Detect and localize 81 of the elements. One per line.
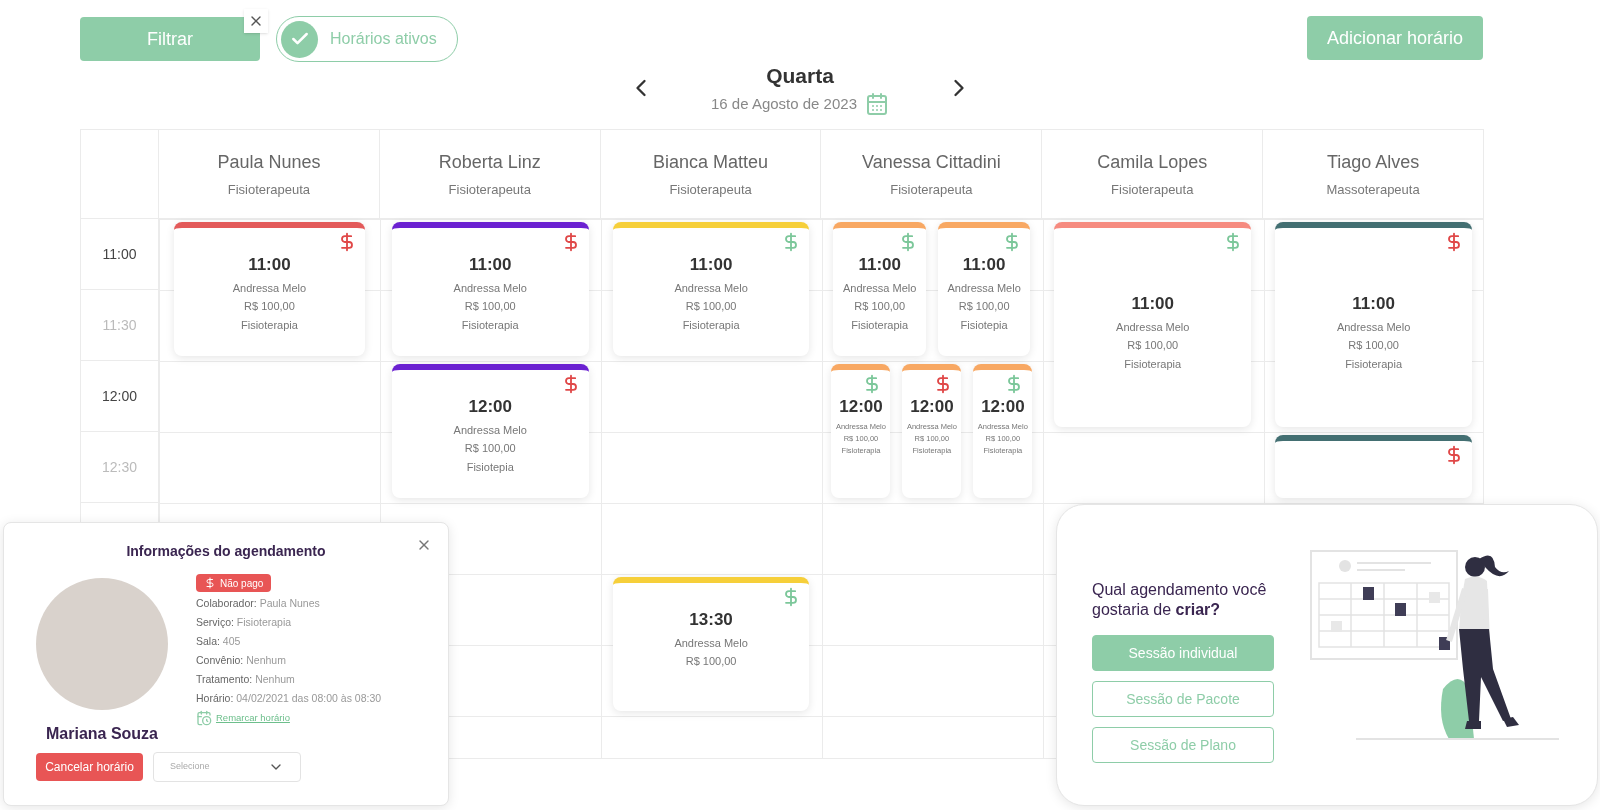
appointment-time: 11:00: [962, 254, 1006, 276]
service-name: Fisioterapia: [1124, 356, 1182, 372]
service-name: Fisioterapia: [851, 317, 909, 333]
detail-text: Serviço: Fisioterapia: [196, 615, 293, 630]
professional-role: Fisioterapeuta: [227, 180, 311, 199]
appointment-price: R$ 100,00: [958, 299, 1010, 314]
professional-role: Fisioterapeuta: [669, 180, 752, 199]
professional-name: Paula Nunes: [217, 150, 321, 174]
question-text: Qual agendamento você gostaria de criar?: [1092, 580, 1268, 620]
appointment-card[interactable]: 11:00 Andressa Melo R$ 100,00 Fisioterapia: [833, 222, 926, 356]
appointment-time: 11:00: [1131, 293, 1174, 315]
appointment-time: 11:00: [689, 254, 733, 276]
appointment-time: 12:00: [981, 396, 1025, 418]
professional-role: Fisioterapeuta: [1111, 180, 1194, 199]
professional-name: Roberta Linz: [438, 150, 541, 174]
appointment-time: 12:00: [839, 396, 883, 418]
professional-name: Bianca Matteu: [653, 150, 769, 174]
detail-text: Convênio: Nenhum: [196, 653, 287, 668]
appointment-card[interactable]: 11:00 Andressa Melo R$ 100,00 Fisioterapia: [391, 222, 589, 356]
patient-name: Andressa Melo: [1336, 319, 1411, 335]
patient-name: Andressa Melo: [232, 280, 307, 296]
appointment-time: 12:00: [468, 396, 512, 418]
cancel-slot-button[interactable]: Cancelar horário: [36, 753, 143, 781]
patient-name: Andressa Melo: [674, 280, 748, 296]
check-icon: [281, 20, 318, 58]
patient-name: Andressa Melo: [674, 635, 748, 651]
service-name: Fisioterapia: [1345, 356, 1402, 372]
appointment-price: R$ 100,00: [464, 441, 516, 456]
panel-title: Informações do agendamento: [126, 542, 326, 561]
calendar-icon: [196, 710, 212, 726]
time-label: 11:00: [102, 244, 137, 264]
appointment-time: 11:00: [468, 254, 512, 276]
detail-text: Horário: 04/02/2021 das 08:00 às 08:30: [196, 691, 382, 706]
appointment-time: 11:00: [858, 254, 901, 276]
appointment-card[interactable]: 13:30 Andressa Melo R$ 100,00: [612, 577, 810, 711]
appointment-card[interactable]: 11:00 Andressa Melo R$ 100,00 Fisioterapia: [174, 222, 365, 356]
professional-name: Vanessa Cittadini: [862, 150, 1001, 174]
professional-role: Massoterapeuta: [1326, 180, 1420, 199]
dollar-icon: [204, 577, 216, 589]
appointment-price: R$ 100,00: [685, 654, 737, 669]
appointment-price: R$ 100,00: [1127, 338, 1179, 353]
detail-text: Tratamento: Nenhum: [196, 672, 296, 687]
appointment-time: 13:30: [689, 609, 733, 631]
patient-name: Andressa Melo: [453, 422, 527, 438]
appointment-price: R$ 100,00: [1348, 338, 1399, 353]
service-name: Fisiotepia: [466, 459, 514, 475]
close-button[interactable]: [244, 9, 268, 33]
appointment-price: R$ 100,00: [685, 299, 737, 314]
service-name: Fisioterapia: [682, 317, 740, 333]
patient-name: Andressa Melo: [843, 280, 917, 296]
service-name: Fisioterapia: [241, 317, 298, 333]
professional-role: Fisioterapeuta: [448, 180, 531, 199]
time-label: 11:30: [102, 315, 137, 335]
service-name: Fisiotepia: [960, 317, 1008, 333]
patient-name: Andressa Melo: [1116, 319, 1190, 335]
appointment-card[interactable]: 11:00 Andressa Melo R$ 100,00 Fisioterapia: [1054, 222, 1252, 427]
appointment-price: R$ 100,00: [854, 299, 906, 314]
time-label: 12:30: [101, 457, 137, 477]
detail-text: Colaborador: Paula Nunes: [196, 596, 321, 611]
appointment-time: 12:00: [910, 396, 954, 418]
service-name: Fisioterapia: [461, 317, 519, 333]
appointment-time: 11:00: [248, 254, 291, 276]
appointment-time: 11:00: [1352, 293, 1395, 315]
appointment-card[interactable]: 11:00 Andressa Melo R$ 100,00 Fisioterapia: [612, 222, 810, 356]
patient-name: Andressa Melo: [947, 280, 1021, 296]
client-name: Mariana Souza: [46, 724, 158, 744]
weekday-title: Quarta: [766, 63, 834, 90]
professional-name: Tiago Alves: [1326, 150, 1420, 174]
appointment-price: R$ 100,00: [464, 299, 516, 314]
payment-status-badge: Não pago: [196, 574, 272, 592]
date-label: 16 de Agosto de 2023: [711, 93, 857, 114]
time-label: 12:00: [101, 386, 137, 406]
appointment-card[interactable]: 11:00 Andressa Melo R$ 100,00 Fisiotepia: [937, 222, 1031, 356]
professional-name: Camila Lopes: [1097, 150, 1208, 174]
detail-text: Sala: 405: [196, 634, 242, 649]
professional-role: Fisioterapeuta: [890, 180, 973, 199]
appointment-price: R$ 100,00: [244, 299, 295, 314]
appointment-card[interactable]: 11:00 Andressa Melo R$ 100,00 Fisioterapia: [1275, 222, 1472, 427]
appointment-card[interactable]: [1275, 435, 1472, 498]
appointment-card[interactable]: 12:00 Andressa Melo R$ 100,00 Fisiotepia: [391, 364, 589, 498]
patient-name: Andressa Melo: [453, 280, 527, 296]
